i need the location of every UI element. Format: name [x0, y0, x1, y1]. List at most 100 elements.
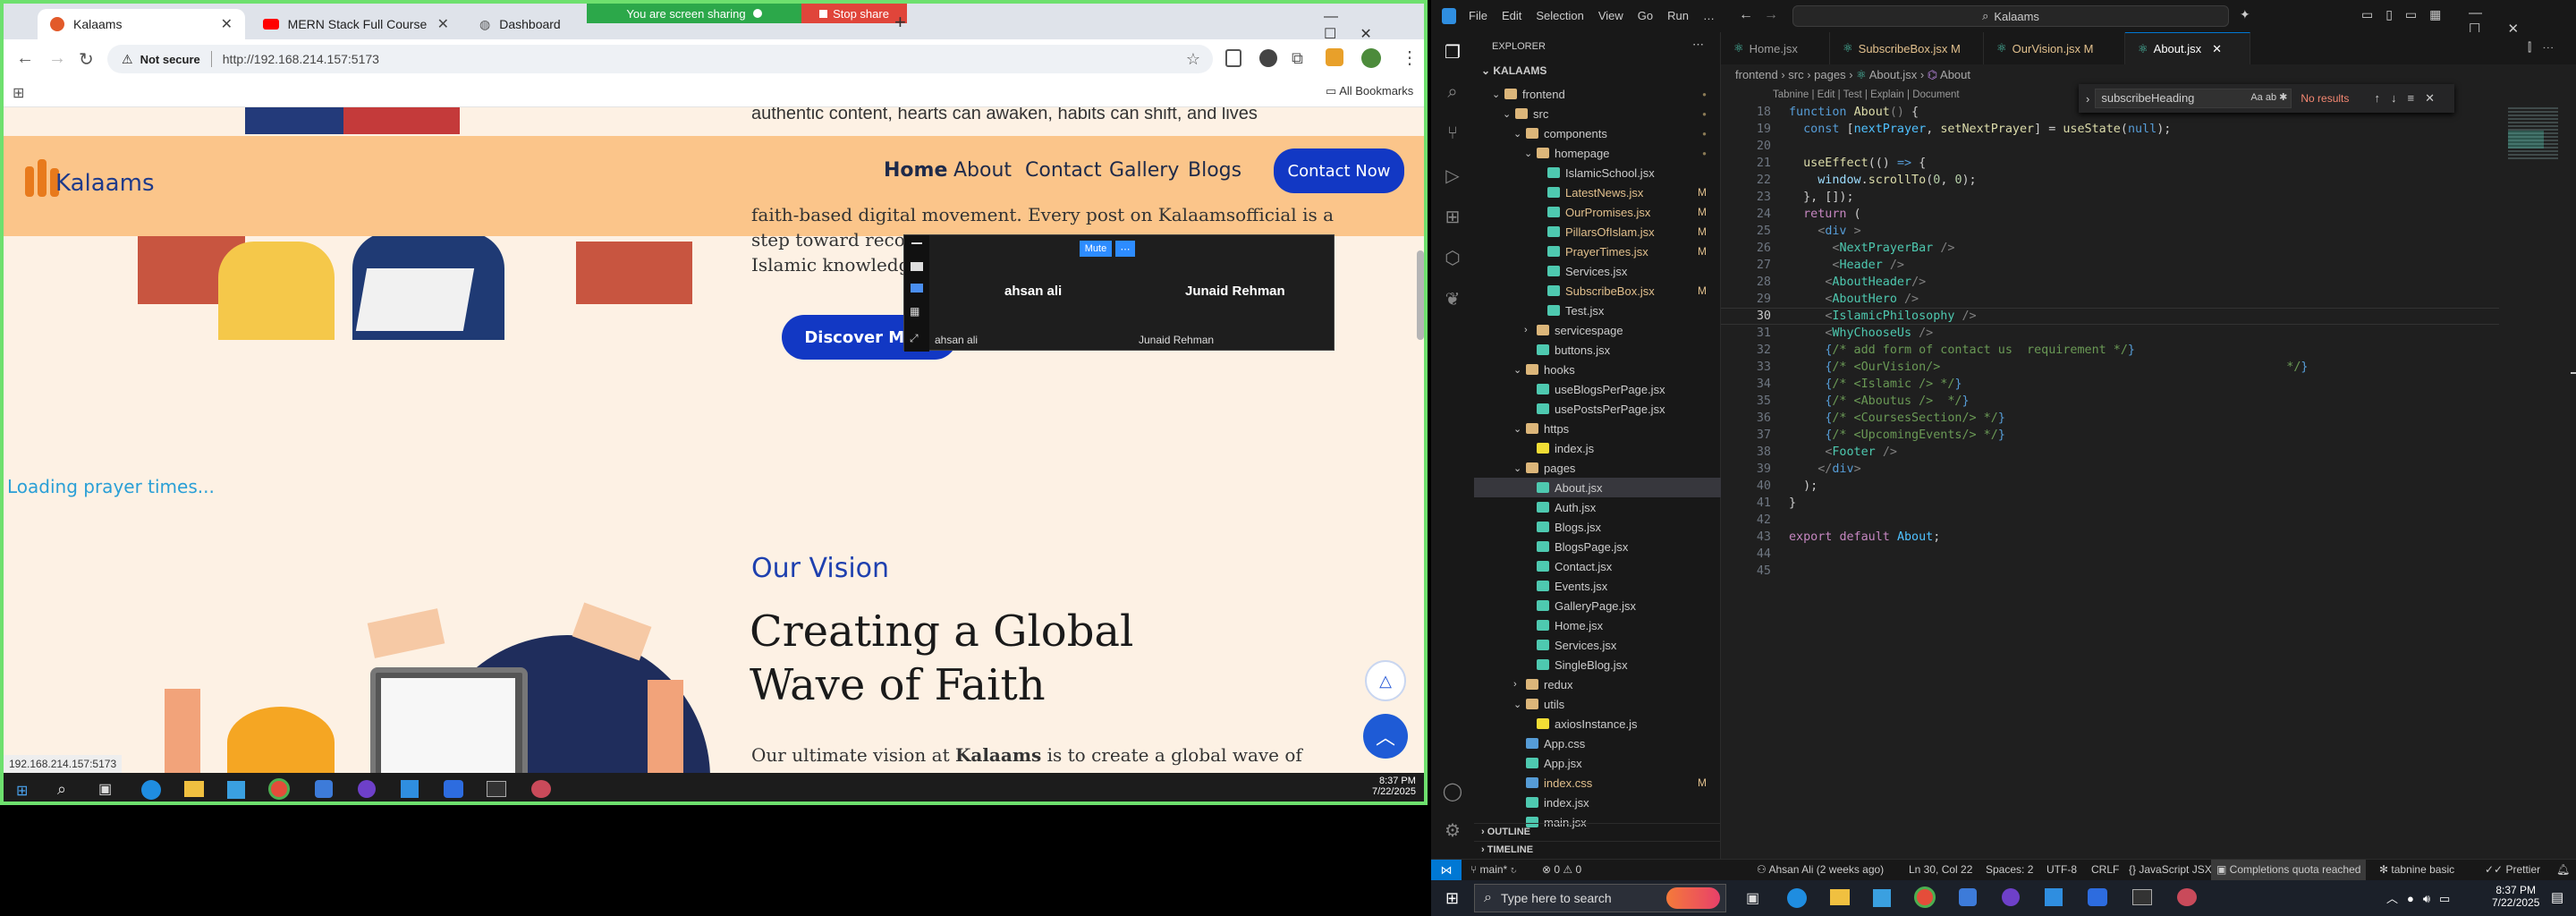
code-line[interactable]: 41} [1721, 495, 2499, 512]
extension-icon[interactable] [1225, 49, 1241, 67]
code-line[interactable]: 22 window.scrollTo(0, 0); [1721, 172, 2499, 189]
stop-share-button[interactable]: Stop share [801, 4, 907, 23]
menu-more[interactable]: … [1703, 9, 1715, 22]
code-editor[interactable]: 18 function About() {19 const [nextPrayer… [1721, 104, 2499, 623]
tree-file[interactable]: usePostsPerPage.jsx [1474, 399, 1721, 419]
tab-home-jsx[interactable]: ⚛ Home.jsx [1721, 32, 1830, 64]
nav-gallery[interactable]: Gallery [1109, 159, 1179, 182]
app-icon[interactable] [1959, 888, 1977, 906]
tree-folder[interactable]: › redux [1474, 674, 1721, 694]
app-icon[interactable] [315, 780, 333, 798]
remote-indicator-icon[interactable]: ⋈ [1431, 860, 1462, 881]
windows-start-icon[interactable]: ⊞ [1445, 889, 1459, 908]
tree-file[interactable]: Blogs.jsx [1474, 517, 1721, 537]
gallery-view-icon[interactable] [911, 284, 923, 293]
code-line[interactable]: 19 const [nextPrayer, setNextPrayer] = u… [1721, 121, 2499, 138]
workspace-root[interactable]: ⌄ KALAAMS [1481, 64, 1546, 77]
tab-about-jsx[interactable]: ⚛ About.jsx ✕ [2125, 32, 2250, 64]
task-view-icon[interactable]: ▣ [98, 780, 112, 798]
mongodb-leaf-icon[interactable]: ❦ [1442, 288, 1463, 310]
search-icon[interactable]: ⌕ [57, 780, 66, 799]
github-icon[interactable] [358, 780, 376, 798]
puzzle-icon[interactable]: ⧉ [1292, 49, 1303, 68]
bell-icon[interactable]: 🔔︎ [2556, 863, 2570, 876]
code-line[interactable]: 35 {/* <Aboutus /> */} [1721, 393, 2499, 410]
notifications-icon[interactable]: ▤ [2551, 889, 2563, 905]
tree-folder[interactable]: ⌄ hooks [1474, 360, 1721, 379]
tree-file[interactable]: useBlogsPerPage.jsx [1474, 379, 1721, 399]
scroll-top-button[interactable]: ︿ [1363, 714, 1408, 759]
nav-about[interactable]: About [953, 159, 1012, 182]
tree-folder[interactable]: ⌄ utils [1474, 694, 1721, 714]
run-debug-icon[interactable]: ▷ [1442, 165, 1463, 186]
git-blame[interactable]: ⚇ Ahsan Ali (2 weeks ago) [1757, 863, 1884, 876]
tree-folder[interactable]: ⌄ components ● [1474, 123, 1721, 143]
tree-file[interactable]: PillarsOfIslam.jsx M [1474, 222, 1721, 242]
zoom-icon[interactable] [444, 780, 463, 798]
store-icon[interactable] [1873, 889, 1891, 907]
tree-file[interactable]: App.jsx [1474, 753, 1721, 773]
tree-file[interactable]: Auth.jsx [1474, 497, 1721, 517]
chrome-icon[interactable] [1914, 886, 1936, 908]
tabnine-status[interactable]: ✻ tabnine basic [2379, 863, 2454, 876]
nav-home[interactable]: Home [884, 159, 947, 182]
star-icon[interactable]: ☆ [1186, 50, 1200, 69]
reload-icon[interactable]: ↻ [79, 48, 94, 71]
more-options-button[interactable]: ⋯ [1115, 241, 1135, 257]
code-line[interactable]: 27 <Header /> [1721, 257, 2499, 274]
explorer-icon[interactable]: ❐ [1442, 41, 1463, 63]
terminal-icon[interactable] [2132, 889, 2152, 905]
code-line[interactable]: 26 <NextPrayerBar /> [1721, 240, 2499, 257]
code-line[interactable]: 32 {/* add form of contact us requiremen… [1721, 342, 2499, 359]
tree-file[interactable]: Home.jsx [1474, 615, 1721, 635]
chrome-icon[interactable] [268, 778, 290, 800]
code-line[interactable]: 43 export default About; [1721, 529, 2499, 546]
code-line[interactable]: 42 [1721, 512, 2499, 529]
tree-file[interactable]: index.css M [1474, 773, 1721, 793]
tree-file[interactable]: BlogsPage.jsx [1474, 537, 1721, 556]
editor-actions[interactable]: ⫿⋯ [2528, 40, 2564, 55]
profile-extension-icon[interactable] [1259, 49, 1277, 67]
codelens[interactable]: Tabnine | Edit | Test | Explain | Docume… [1773, 89, 1960, 100]
code-line[interactable]: 34 {/* <Islamic /> */} [1721, 376, 2499, 393]
contact-now-button[interactable]: Contact Now [1274, 148, 1404, 193]
command-center-search[interactable]: ⌕ Kalaams [1792, 5, 2229, 27]
tree-folder[interactable]: ⌄ frontend ● [1474, 84, 1721, 104]
tree-folder[interactable]: ⌄ src ● [1474, 104, 1721, 123]
close-icon[interactable]: ✕ [2212, 42, 2222, 56]
meeting-floating-panel[interactable]: ▦ ⤢ Mute ⋯ ahsan ali Junaid Rehman ahsan… [903, 234, 1335, 352]
line-ending[interactable]: CRLF [2091, 863, 2119, 876]
window-controls[interactable]: —☐✕ [1324, 9, 1424, 43]
code-line[interactable]: 44 [1721, 546, 2499, 563]
menu-view[interactable]: View [1598, 9, 1623, 22]
tree-file[interactable]: Services.jsx [1474, 261, 1721, 281]
tree-file[interactable]: index.js [1474, 438, 1721, 458]
code-line[interactable]: 21 useEffect(() => { [1721, 155, 2499, 172]
github-desktop-icon[interactable] [2002, 888, 2020, 906]
tree-file[interactable]: IslamicSchool.jsx [1474, 163, 1721, 182]
code-line[interactable]: 33 {/* <OurVision/> */} [1721, 359, 2499, 376]
task-view-icon[interactable]: ▣ [1746, 889, 1759, 907]
all-bookmarks-link[interactable]: ▭ All Bookmarks [1326, 84, 1413, 98]
tab-subscribebox-jsx[interactable]: ⚛ SubscribeBox.jsx M [1830, 32, 1984, 64]
code-line[interactable]: 30 <IslamicPhilosophy /> [1721, 308, 2499, 325]
file-explorer-icon[interactable] [1830, 889, 1850, 905]
code-line[interactable]: 45 [1721, 563, 2499, 580]
nav-forward-icon[interactable]: → [1764, 7, 1778, 23]
language-mode[interactable]: {} JavaScript JSX [2129, 863, 2212, 876]
explorer-icon[interactable] [184, 781, 204, 797]
terminal-icon[interactable] [487, 781, 506, 797]
url-text[interactable]: http://192.168.214.157:5173 [223, 52, 379, 66]
account-icon[interactable]: ◯ [1442, 780, 1463, 802]
tree-folder[interactable]: ⌄ https [1474, 419, 1721, 438]
code-line[interactable]: 31 <WhyChooseUs /> [1721, 325, 2499, 342]
mcafee-icon[interactable] [1326, 48, 1343, 66]
layout-icons[interactable]: ▭▯▭▦ [2361, 7, 2453, 22]
code-line[interactable]: 39 </div> [1721, 461, 2499, 478]
forward-icon[interactable]: → [48, 48, 66, 69]
tree-folder[interactable]: ⌄ pages [1474, 458, 1721, 478]
code-line[interactable]: 36 {/* <CoursesSection/> */} [1721, 410, 2499, 427]
source-control-icon[interactable]: ⑂ [1442, 123, 1463, 145]
edge-icon[interactable] [1787, 888, 1807, 908]
tree-file[interactable]: axiosInstance.js [1474, 714, 1721, 734]
